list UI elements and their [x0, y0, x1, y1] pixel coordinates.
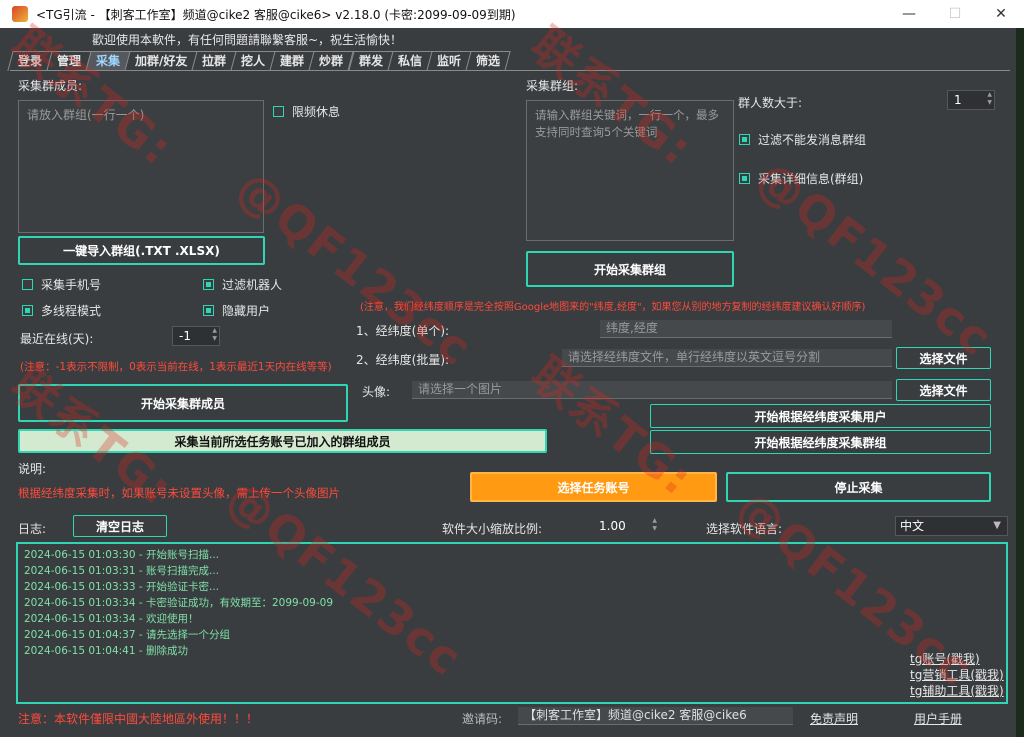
hide-users-checkbox[interactable]: 隐藏用户 [203, 302, 270, 319]
chevron-down-icon: ▼ [993, 520, 1001, 531]
close-button[interactable]: ✕ [978, 0, 1024, 28]
clear-log-button[interactable]: 清空日志 [73, 515, 167, 537]
checkbox-checked-icon [203, 305, 214, 316]
coord-single-input[interactable]: 纬度,经度 [600, 320, 892, 338]
title-bar: <TG引流 - 【刺客工作室】频道@cike2 客服@cike6> v2.18.… [0, 0, 1024, 28]
select-task-account-button[interactable]: 选择任务账号 [470, 472, 717, 502]
main-panel: 歡迎使用本軟件，有任何問題請聯繫客服~，祝生活愉快！ 登录 管理 采集 加群/好… [0, 28, 1016, 737]
explain-note: 根据经纬度采集时，如果账号未设置头像，需上传一个头像图片 [18, 486, 340, 500]
select-coord-file-button[interactable]: 选择文件 [896, 347, 991, 369]
footer-notice: 注意：本软件僅限中國大陸地區外使用！！！ [18, 712, 259, 726]
log-panel[interactable]: 2024-06-15 01:03:30 - 开始账号扫描... 2024-06-… [16, 542, 1008, 704]
minimize-button[interactable]: — [886, 0, 932, 28]
disclaimer-link[interactable]: 免责声明 [810, 710, 858, 727]
tg-helper-tools-link[interactable]: tg辅助工具(戳我) [910, 682, 1004, 699]
tg-marketing-tools-link[interactable]: tg营销工具(戳我) [910, 666, 1004, 683]
coord-batch-label: 2、经纬度(批量): [356, 353, 450, 367]
group-list-input[interactable]: 请放入群组(一行一个) [18, 100, 264, 233]
welcome-text: 歡迎使用本軟件，有任何問題請聯繫客服~，祝生活愉快！ [92, 33, 403, 47]
log-line: 2024-06-15 01:03:31 - 账号扫描完成... [24, 565, 219, 577]
tab-hype-group[interactable]: 炒群 [308, 51, 355, 71]
stop-collect-button[interactable]: 停止采集 [726, 472, 991, 502]
coord-batch-input[interactable]: 请选择经纬度文件，单行经纬度以英文逗号分割 [562, 349, 892, 367]
members-gt-spinbox[interactable]: 1 ▲ ▼ [947, 90, 995, 110]
groups-label: 采集群组: [526, 79, 579, 93]
filter-no-msg-groups-checkbox[interactable]: 过滤不能发消息群组 [739, 131, 866, 148]
start-collect-groups-button[interactable]: 开始采集群组 [526, 251, 734, 287]
collect-phone-checkbox[interactable]: 采集手机号 [22, 276, 101, 293]
start-coord-users-button[interactable]: 开始根据经纬度采集用户 [650, 404, 991, 428]
language-select[interactable]: 中文 ▼ [895, 516, 1008, 536]
collect-joined-groups-button[interactable]: 采集当前所选任务账号已加入的群组成员 [18, 429, 547, 453]
tg-account-link[interactable]: tg账号(戳我) [910, 650, 980, 667]
checkbox-checked-icon [203, 279, 214, 290]
log-line: 2024-06-15 01:04:37 - 请先选择一个分组 [24, 629, 230, 641]
tab-private-message[interactable]: 私信 [386, 51, 433, 71]
collect-group-details-checkbox[interactable]: 采集详细信息(群组) [739, 170, 863, 187]
scale-label: 软件大小缩放比例: [442, 522, 543, 536]
coord-note: (注意，我们经纬度顺序是完全按照Google地图来的"纬度,经度"，如果您从别的… [360, 302, 866, 313]
spin-arrows-icon[interactable]: ▲ ▼ [652, 517, 657, 533]
tab-join-group-friend[interactable]: 加群/好友 [124, 51, 199, 71]
log-line: 2024-06-15 01:04:41 - 删除成功 [24, 645, 188, 657]
start-coord-groups-button[interactable]: 开始根据经纬度采集群组 [650, 430, 991, 454]
scale-spinbox[interactable]: 1.00 ▲ ▼ [592, 516, 660, 536]
app-icon [12, 6, 28, 22]
invite-label: 邀请码: [462, 712, 503, 726]
tab-filter[interactable]: 筛选 [464, 51, 511, 71]
checkbox-checked-icon [739, 173, 750, 184]
rate-limit-rest-checkbox[interactable]: 限频休息 [273, 103, 340, 120]
explain-label: 说明: [18, 462, 47, 476]
tab-monitor[interactable]: 监听 [425, 51, 472, 71]
maximize-button[interactable]: ☐ [932, 0, 978, 28]
tab-bar: 登录 管理 采集 加群/好友 拉群 挖人 建群 炒群 群发 私信 监听 筛选 [7, 51, 511, 71]
window-title: <TG引流 - 【刺客工作室】频道@cike2 客服@cike6> v2.18.… [36, 7, 516, 22]
checkbox-unchecked-icon [273, 106, 284, 117]
avatar-label: 头像: [362, 385, 391, 399]
log-line: 2024-06-15 01:03:33 - 开始验证卡密... [24, 581, 219, 593]
checkbox-checked-icon [739, 134, 750, 145]
log-line: 2024-06-15 01:03:30 - 开始账号扫描... [24, 549, 219, 561]
members-label: 采集群成员: [18, 79, 83, 93]
avatar-input[interactable]: 请选择一个图片 [412, 381, 892, 399]
user-manual-link[interactable]: 用户手册 [914, 710, 962, 727]
tab-divider [10, 70, 1010, 71]
recent-online-label: 最近在线(天): [20, 332, 94, 346]
log-line: 2024-06-15 01:03:34 - 卡密验证成功，有效期至：2099-0… [24, 597, 334, 609]
invite-code-input[interactable]: 【刺客工作室】频道@cike2 客服@cike6 [518, 707, 793, 725]
tab-group-send[interactable]: 群发 [347, 51, 394, 71]
recent-online-spinbox[interactable]: -1 ▲ ▼ [172, 326, 220, 346]
multithread-checkbox[interactable]: 多线程模式 [22, 302, 101, 319]
language-label: 选择软件语言: [706, 522, 783, 536]
keyword-input[interactable]: 请输入群组关键词，一行一个，最多支持同时查询5个关键词 [526, 100, 734, 241]
start-collect-members-button[interactable]: 开始采集群成员 [18, 384, 348, 422]
online-note: (注意：-1表示不限制，0表示当前在线，1表示最近1天内在线等等) [20, 361, 332, 373]
coord-single-label: 1、经纬度(单个): [356, 324, 450, 338]
desktop-background [1016, 28, 1024, 737]
members-gt-label: 群人数大于: [738, 96, 803, 110]
checkbox-unchecked-icon [22, 279, 33, 290]
filter-bots-checkbox[interactable]: 过滤机器人 [203, 276, 282, 293]
spin-arrows-icon[interactable]: ▲ ▼ [987, 91, 992, 107]
log-label: 日志: [18, 522, 47, 536]
spin-arrows-icon[interactable]: ▲ ▼ [212, 327, 217, 343]
import-groups-button[interactable]: 一键导入群组(.TXT .XLSX) [18, 236, 265, 265]
checkbox-checked-icon [22, 305, 33, 316]
log-line: 2024-06-15 01:03:34 - 欢迎使用！ [24, 613, 199, 625]
select-avatar-file-button[interactable]: 选择文件 [896, 379, 991, 401]
